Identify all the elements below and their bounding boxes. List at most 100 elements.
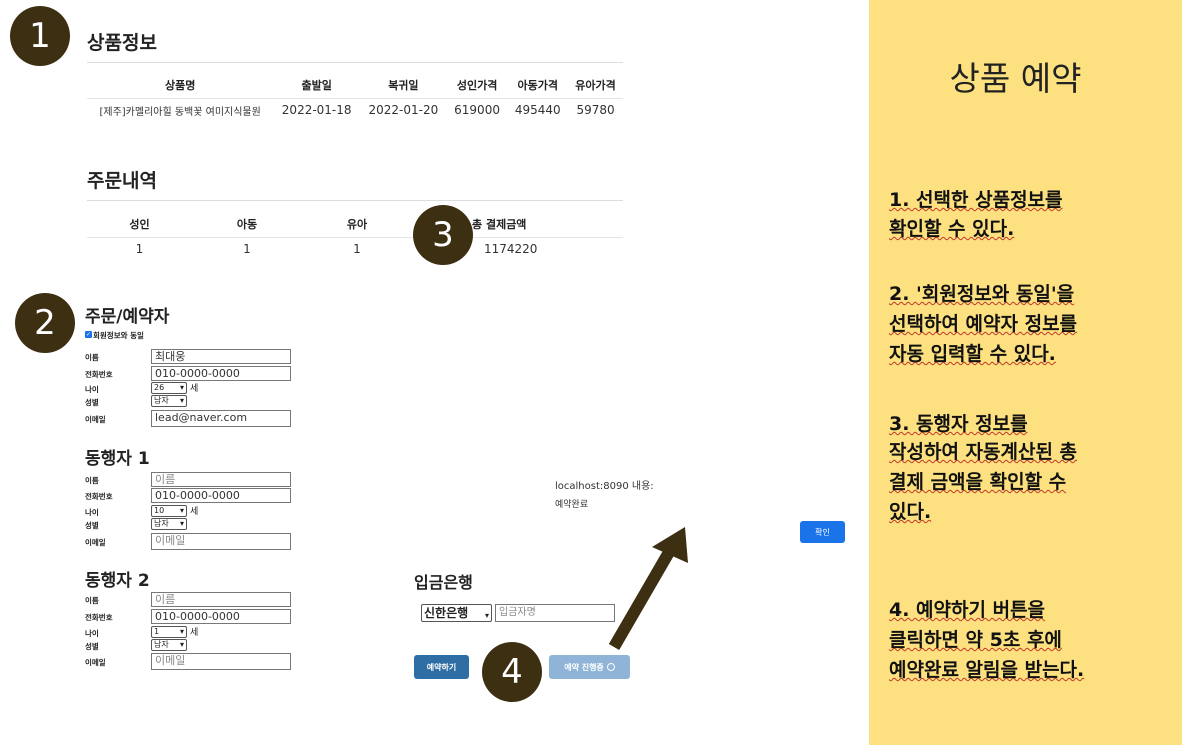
select-value: 신한은행: [424, 606, 469, 620]
age-label: 나이: [85, 629, 99, 638]
chevron-down-icon: ▾: [179, 627, 184, 636]
orderer-email-input[interactable]: lead@naver.com: [151, 410, 291, 427]
step-badge-4: 4: [482, 642, 542, 702]
spinner-icon: [606, 663, 615, 671]
table-cell: 2022-01-20: [368, 103, 439, 117]
column-header: 유아가격: [568, 72, 623, 99]
age-label: 나이: [85, 508, 99, 517]
email-label: 이메일: [85, 658, 106, 667]
step-badge-1: 1: [10, 6, 70, 66]
step-badge-2: 2: [15, 293, 75, 353]
companion2-email-input[interactable]: 이메일: [151, 653, 291, 670]
bank-title: 입금은행: [414, 573, 473, 592]
orderer-name-input[interactable]: 최대웅: [151, 349, 291, 364]
name-label: 이름: [85, 353, 99, 362]
divider: [87, 200, 623, 201]
name-label: 이름: [85, 476, 99, 485]
phone-label: 전화번호: [85, 613, 113, 622]
gender-label: 성별: [85, 642, 99, 651]
table-cell: 2022-01-18: [281, 103, 352, 117]
column-header: 성인: [87, 211, 192, 238]
table-cell: 619000: [454, 103, 500, 117]
step-3-line-3: 결제 금액을 확인할 수: [889, 471, 1067, 493]
step-badge-3: 3: [413, 205, 473, 265]
step-3-line-1: 3. 동행자 정보를: [889, 413, 1028, 435]
arrow-icon: [608, 527, 688, 651]
same-as-member-label: 회원정보와 동일: [93, 331, 144, 340]
alert-origin: localhost:8090 내용:: [555, 481, 654, 492]
select-value: 10: [154, 506, 165, 515]
chevron-down-icon: ▾: [179, 640, 184, 649]
chevron-down-icon: ▾: [484, 611, 489, 620]
companion1-phone-input[interactable]: 010-0000-0000: [151, 488, 291, 503]
chevron-down-icon: ▾: [179, 506, 184, 515]
column-header: 아동: [192, 211, 302, 238]
product-table: 상품명 출발일 복귀일 성인가격 아동가격 유아가격 [제주]카멜리아힐 동백꽃…: [87, 72, 623, 121]
processing-button[interactable]: 예약 진행중: [549, 655, 630, 679]
step-2-line-1: 2. '회원정보와 동일'을: [889, 283, 1075, 305]
table-cell: 1: [243, 242, 251, 256]
companion1-age-select[interactable]: 10 ▾: [151, 505, 187, 517]
select-value: 남자: [154, 396, 169, 405]
depositor-input[interactable]: 입금자명: [495, 604, 615, 622]
age-unit: 세: [190, 384, 199, 394]
order-details-title: 주문내역: [87, 170, 157, 192]
step-2-line-3: 자동 입력할 수 있다.: [889, 343, 1056, 365]
column-header: 출발일: [273, 72, 361, 99]
divider: [87, 62, 623, 63]
email-label: 이메일: [85, 538, 106, 547]
phone-label: 전화번호: [85, 370, 113, 379]
age-unit: 세: [190, 628, 199, 638]
email-label: 이메일: [85, 415, 106, 424]
companion2-gender-select[interactable]: 남자 ▾: [151, 639, 187, 651]
table-cell: [제주]카멜리아힐 동백꽃 여미지식물원: [99, 106, 261, 118]
companion2-title: 동행자 2: [85, 571, 150, 591]
orderer-age-select[interactable]: 26 ▾: [151, 382, 187, 394]
step-4-line-3: 예약완료 알림을 받는다.: [889, 659, 1085, 681]
chevron-down-icon: ▾: [179, 383, 184, 392]
table-cell: 1: [135, 242, 144, 256]
table-cell: 495440: [514, 103, 561, 117]
select-value: 남자: [154, 640, 169, 649]
step-2-line-2: 선택하여 예약자 정보를: [889, 313, 1078, 335]
table-row: 1 1 1 1174220: [87, 238, 623, 261]
orderer-title: 주문/예약자: [85, 307, 170, 327]
companion1-email-input[interactable]: 이메일: [151, 533, 291, 550]
table-cell: 1: [353, 242, 361, 256]
companion1-name-input[interactable]: 이름: [151, 472, 291, 487]
companion1-gender-select[interactable]: 남자 ▾: [151, 518, 187, 530]
companion2-name-input[interactable]: 이름: [151, 592, 291, 607]
processing-label: 예약 진행중: [564, 662, 604, 672]
order-table: 성인 아동 유아 총 결제금액 1 1 1 1174220: [87, 211, 623, 260]
step-4-line-2: 클릭하면 약 5초 후에: [889, 629, 1062, 651]
select-value: 26: [154, 383, 165, 392]
table-header-row: 상품명 출발일 복귀일 성인가격 아동가격 유아가격: [87, 72, 623, 99]
age-label: 나이: [85, 385, 99, 394]
name-label: 이름: [85, 596, 99, 605]
ok-button[interactable]: 확인: [800, 521, 845, 543]
table-row: [제주]카멜리아힐 동백꽃 여미지식물원 2022-01-18 2022-01-…: [87, 99, 623, 122]
select-value: 1: [154, 627, 160, 636]
description-panel: 상품 예약 1. 선택한 상품정보를 확인할 수 있다. 2. '회원정보와 동…: [869, 0, 1182, 745]
orderer-gender-select[interactable]: 남자 ▾: [151, 395, 187, 407]
same-as-member-checkbox[interactable]: ✓: [85, 331, 92, 338]
step-3-line-2: 작성하여 자동계산된 총: [889, 441, 1078, 463]
alert-message: 예약완료: [555, 500, 589, 510]
chevron-down-icon: ▾: [179, 519, 184, 528]
companion2-phone-input[interactable]: 010-0000-0000: [151, 609, 291, 624]
column-header: 상품명: [87, 72, 274, 99]
panel-title: 상품 예약: [949, 59, 1082, 98]
table-header-row: 성인 아동 유아 총 결제금액: [87, 211, 623, 238]
reserve-button[interactable]: 예약하기: [414, 655, 469, 679]
column-header: 복귀일: [360, 72, 447, 99]
orderer-phone-input[interactable]: 010-0000-0000: [151, 366, 291, 381]
step-1-line-2: 확인할 수 있다.: [889, 218, 1015, 240]
gender-label: 성별: [85, 398, 99, 407]
chevron-down-icon: ▾: [179, 396, 184, 405]
companion2-age-select[interactable]: 1 ▾: [151, 626, 187, 638]
age-unit: 세: [190, 507, 199, 517]
bank-select[interactable]: 신한은행 ▾: [421, 604, 492, 622]
arrow-shaft: [608, 543, 678, 651]
companion1-title: 동행자 1: [85, 449, 150, 469]
phone-label: 전화번호: [85, 492, 113, 501]
